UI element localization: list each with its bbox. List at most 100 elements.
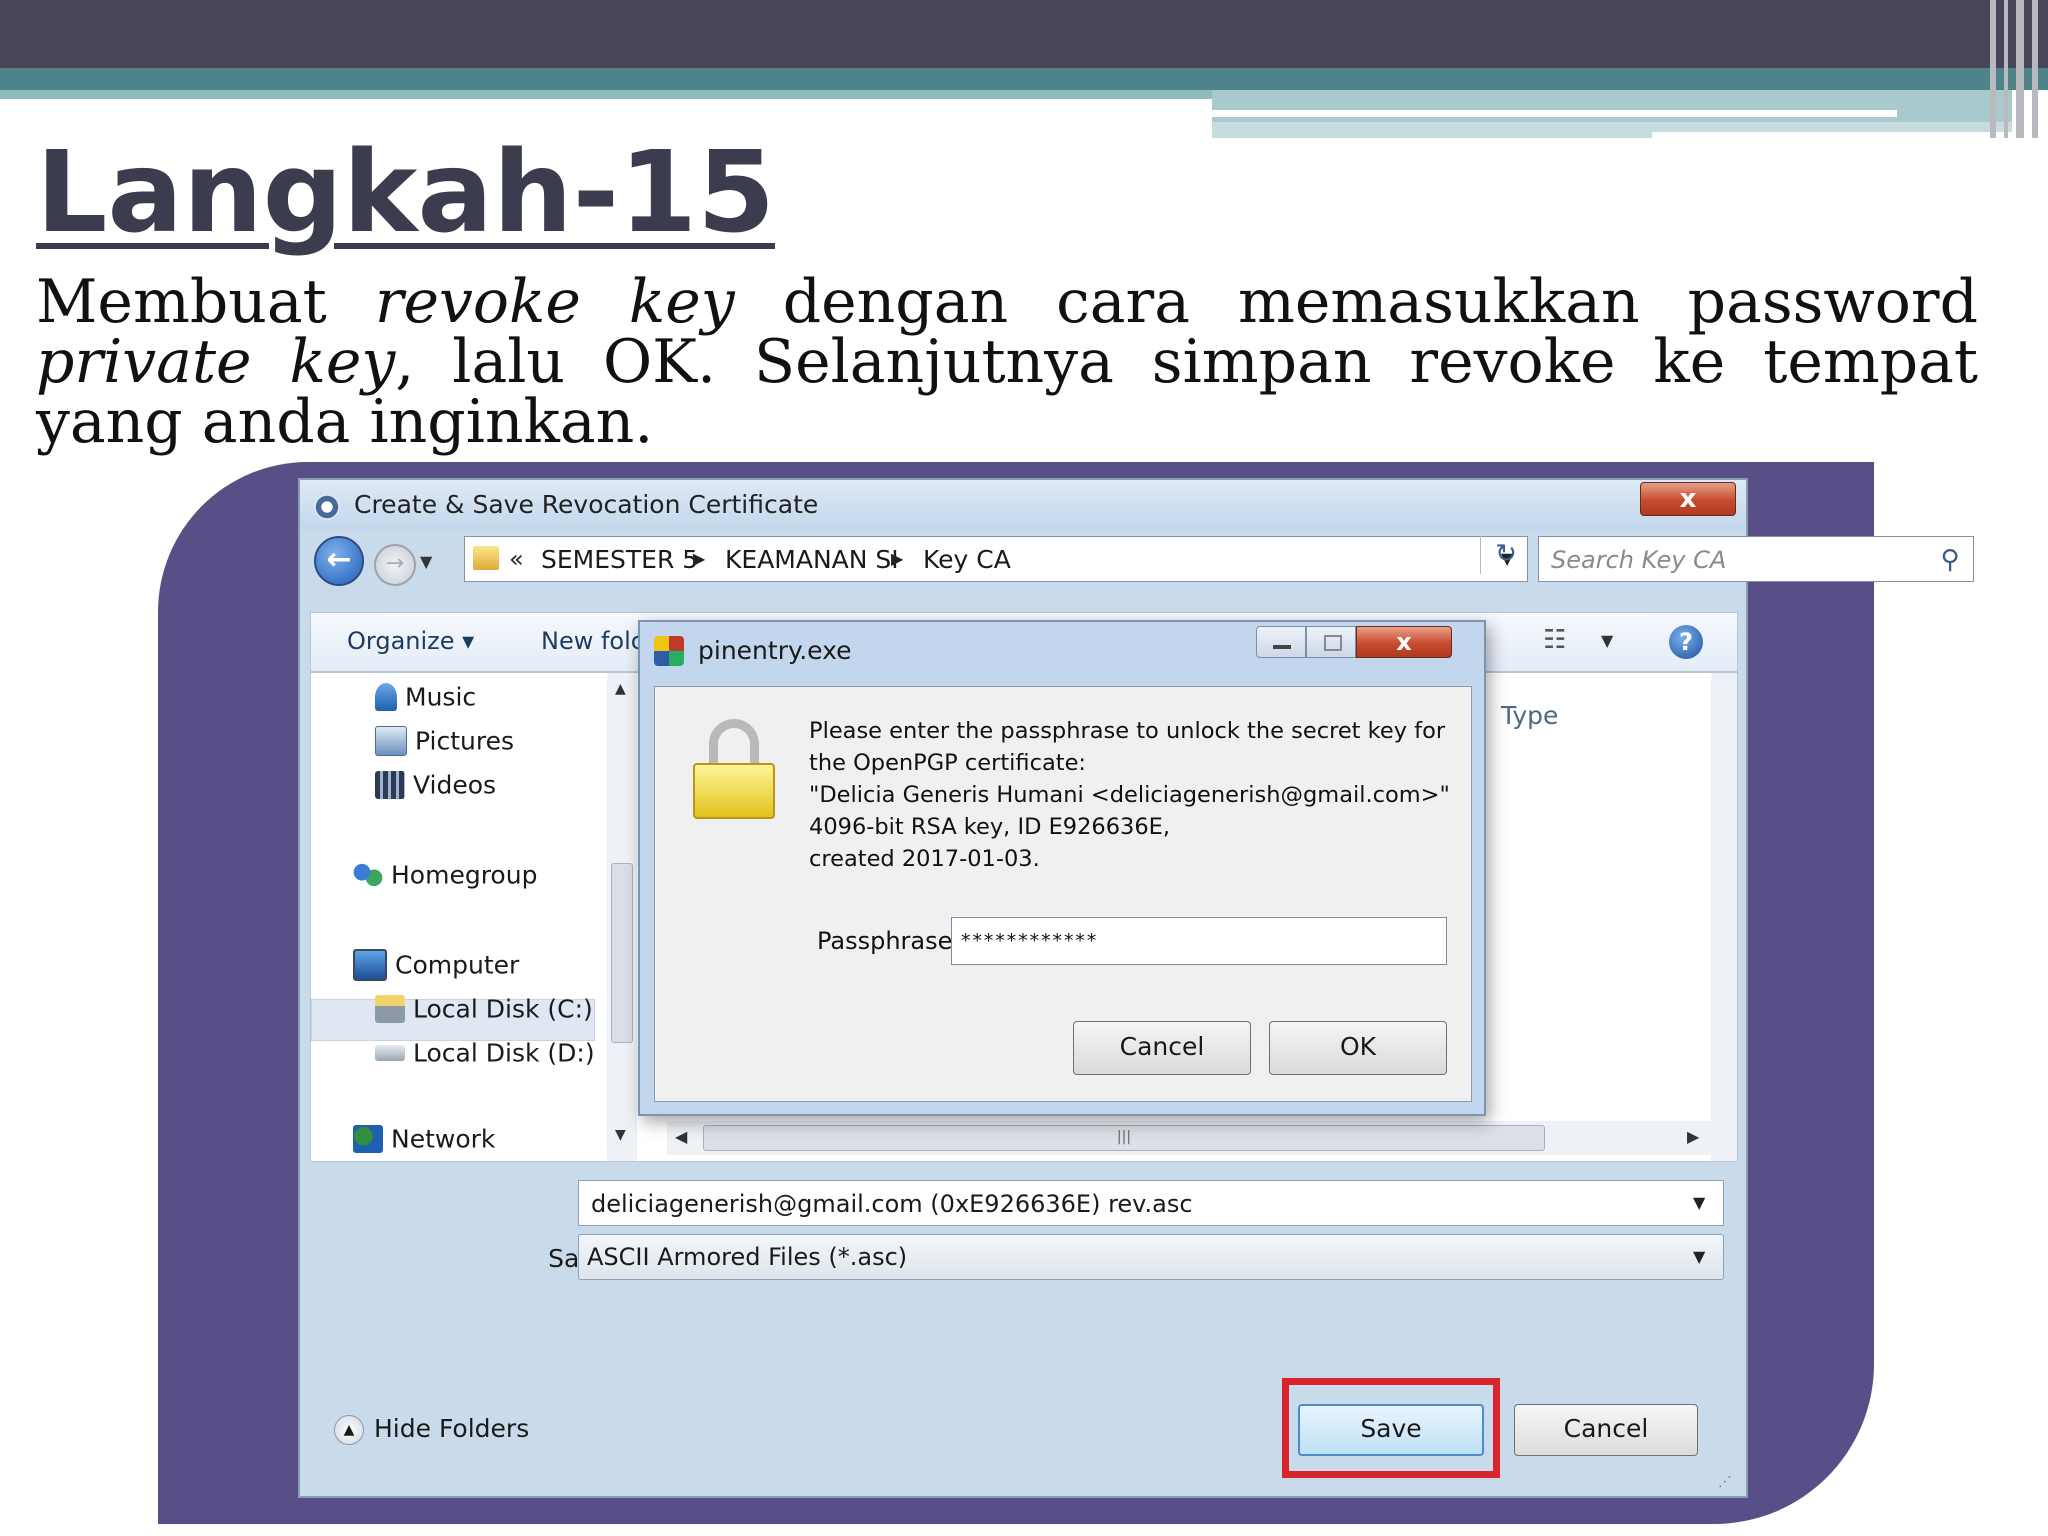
pinentry-body: Please enter the passphrase to unlock th… [654, 686, 1472, 1102]
dialog-title: Create & Save Revocation Certificate [354, 490, 819, 519]
refresh-icon[interactable]: ↻ [1480, 536, 1531, 574]
minimize-button[interactable] [1256, 626, 1306, 658]
column-header-type[interactable]: Type [1501, 701, 1558, 730]
save-as-type-select[interactable]: ASCII Armored Files (*.asc) ▼ [578, 1234, 1724, 1280]
close-button[interactable]: x [1356, 626, 1452, 658]
nav-item-local-disk-d[interactable]: Local Disk (D:) [375, 1037, 595, 1077]
nav-item-computer[interactable]: Computer [353, 949, 519, 989]
slide-body-text: Membuat revoke key dengan cara memasukka… [36, 272, 1978, 452]
slide-accent-line [1652, 132, 2012, 138]
scroll-left-icon[interactable]: ◀ [675, 1127, 687, 1146]
cancel-button[interactable]: Cancel [1514, 1404, 1698, 1456]
navigation-row: ← → ▼ « SEMESTER 5 ▶ KEAMANAN SI ▶ Key C… [300, 530, 1974, 590]
hide-folders-button[interactable]: ▲ Hide Folders [334, 1414, 529, 1445]
nav-item-label: Pictures [415, 726, 514, 756]
scroll-up-icon[interactable]: ▲ [615, 681, 626, 697]
pinentry-cancel-button[interactable]: Cancel [1073, 1021, 1251, 1075]
slide-accent-bar [0, 68, 2048, 90]
file-list-scrollbar[interactable] [1711, 673, 1737, 1161]
nav-item-label: Local Disk (D:) [413, 1038, 595, 1068]
back-arrow-icon[interactable]: ← [314, 536, 364, 586]
prompt-line: 4096-bit RSA key, ID E926636E, [809, 814, 1171, 840]
slide-header-bar [0, 0, 2048, 68]
disk-d-icon [375, 1045, 405, 1061]
nav-item-label: Videos [413, 770, 497, 800]
search-icon[interactable]: ⚲ [1933, 543, 1967, 577]
slide-corner-stripe [2004, 0, 2008, 138]
prompt-line: Please enter the passphrase to unlock th… [809, 718, 1446, 744]
passphrase-input[interactable] [951, 917, 1447, 965]
folder-icon [473, 546, 499, 570]
organize-button[interactable]: Organize ▾ [347, 627, 474, 655]
nav-item-network[interactable]: Network [353, 1123, 496, 1161]
breadcrumb-key-ca[interactable]: Key CA [923, 545, 1011, 574]
horizontal-scrollbar[interactable]: ◀ ||| ▶ [667, 1121, 1711, 1155]
lock-icon [693, 719, 775, 819]
views-icon[interactable]: ☷ [1543, 625, 1566, 655]
nav-item-local-disk-c[interactable]: Local Disk (C:) [375, 993, 593, 1033]
chevron-down-icon[interactable]: ▼ [1601, 631, 1613, 650]
computer-icon [353, 949, 387, 981]
slide-accent-line [1212, 110, 1897, 117]
chevron-down-icon[interactable]: ▼ [1693, 1247, 1705, 1266]
recent-pages-caret-icon[interactable]: ▼ [420, 552, 432, 571]
scrollbar-thumb[interactable]: ||| [703, 1125, 1545, 1151]
scroll-right-icon[interactable]: ▶ [1687, 1127, 1699, 1146]
new-folder-button[interactable]: New folc [541, 627, 644, 655]
network-icon [353, 1125, 383, 1153]
slide-accent-stripe [0, 90, 1212, 99]
nav-item-homegroup[interactable]: Homegroup [353, 859, 537, 899]
passphrase-prompt-message: Please enter the passphrase to unlock th… [809, 715, 1457, 875]
navigation-pane: Music Pictures Videos Homegroup Computer… [311, 673, 607, 1161]
chevron-down-icon[interactable]: ▼ [1693, 1193, 1705, 1212]
address-overflow-icon[interactable]: « [509, 545, 524, 573]
pinentry-title: pinentry.exe [698, 636, 852, 665]
slide-accent-stripe [1212, 90, 2012, 122]
forward-arrow-icon[interactable]: → [374, 544, 416, 586]
music-icon [375, 683, 397, 711]
lock-body [693, 763, 775, 819]
nav-item-label: Homegroup [391, 860, 538, 890]
save-as-type-value: ASCII Armored Files (*.asc) [587, 1243, 908, 1271]
nav-item-label: Computer [395, 950, 520, 980]
prompt-line: created 2017-01-03. [809, 846, 1040, 872]
nav-item-label: Local Disk (C:) [413, 994, 593, 1024]
chevron-up-icon: ▲ [334, 1415, 364, 1445]
file-name-input[interactable] [589, 1185, 1683, 1223]
hide-folders-label: Hide Folders [374, 1414, 530, 1443]
nav-item-label: Music [405, 682, 477, 712]
pinentry-app-icon [654, 636, 684, 666]
breadcrumb-semester-5[interactable]: SEMESTER 5 [541, 545, 698, 574]
passphrase-label: Passphrase [817, 927, 953, 955]
prompt-line: the OpenPGP certificate: [809, 750, 1087, 776]
homegroup-icon [353, 861, 383, 889]
pinentry-dialog: pinentry.exe x Please enter the passphra… [638, 620, 1486, 1116]
dialog-titlebar: Create & Save Revocation Certificate x [300, 480, 1746, 530]
search-input[interactable] [1549, 541, 1913, 579]
breadcrumb-keamanan-si[interactable]: KEAMANAN SI [725, 545, 899, 574]
chevron-right-icon[interactable]: ▶ [891, 549, 903, 568]
save-button[interactable]: Save [1298, 1404, 1484, 1456]
pinentry-ok-button[interactable]: OK [1269, 1021, 1447, 1075]
nav-item-label: Network [391, 1124, 496, 1154]
slide-corner-stripe [1990, 0, 1996, 138]
scroll-down-icon[interactable]: ▼ [615, 1127, 626, 1143]
search-box[interactable]: ⚲ [1538, 536, 1974, 582]
nav-item-music[interactable]: Music [375, 681, 476, 721]
slide-corner-stripe [2016, 0, 2024, 138]
close-button[interactable]: x [1640, 482, 1736, 516]
resize-grip-icon[interactable]: ⋰ [1718, 1474, 1732, 1490]
disk-c-icon [375, 995, 405, 1023]
help-icon[interactable]: ? [1669, 625, 1703, 659]
nav-item-videos[interactable]: Videos [375, 769, 496, 809]
nav-item-pictures[interactable]: Pictures [375, 725, 514, 765]
maximize-button[interactable] [1306, 626, 1356, 658]
kleopatra-app-icon [314, 494, 340, 520]
slide-title: Langkah-15 [36, 128, 775, 258]
pictures-icon [375, 726, 407, 756]
address-bar[interactable]: « SEMESTER 5 ▶ KEAMANAN SI ▶ Key CA ▼ [464, 536, 1528, 582]
file-name-combobox[interactable]: ▼ [578, 1180, 1724, 1226]
chevron-right-icon[interactable]: ▶ [693, 549, 705, 568]
nav-scrollbar[interactable]: ▲ ▼ [607, 673, 637, 1161]
scrollbar-thumb[interactable] [611, 863, 633, 1043]
